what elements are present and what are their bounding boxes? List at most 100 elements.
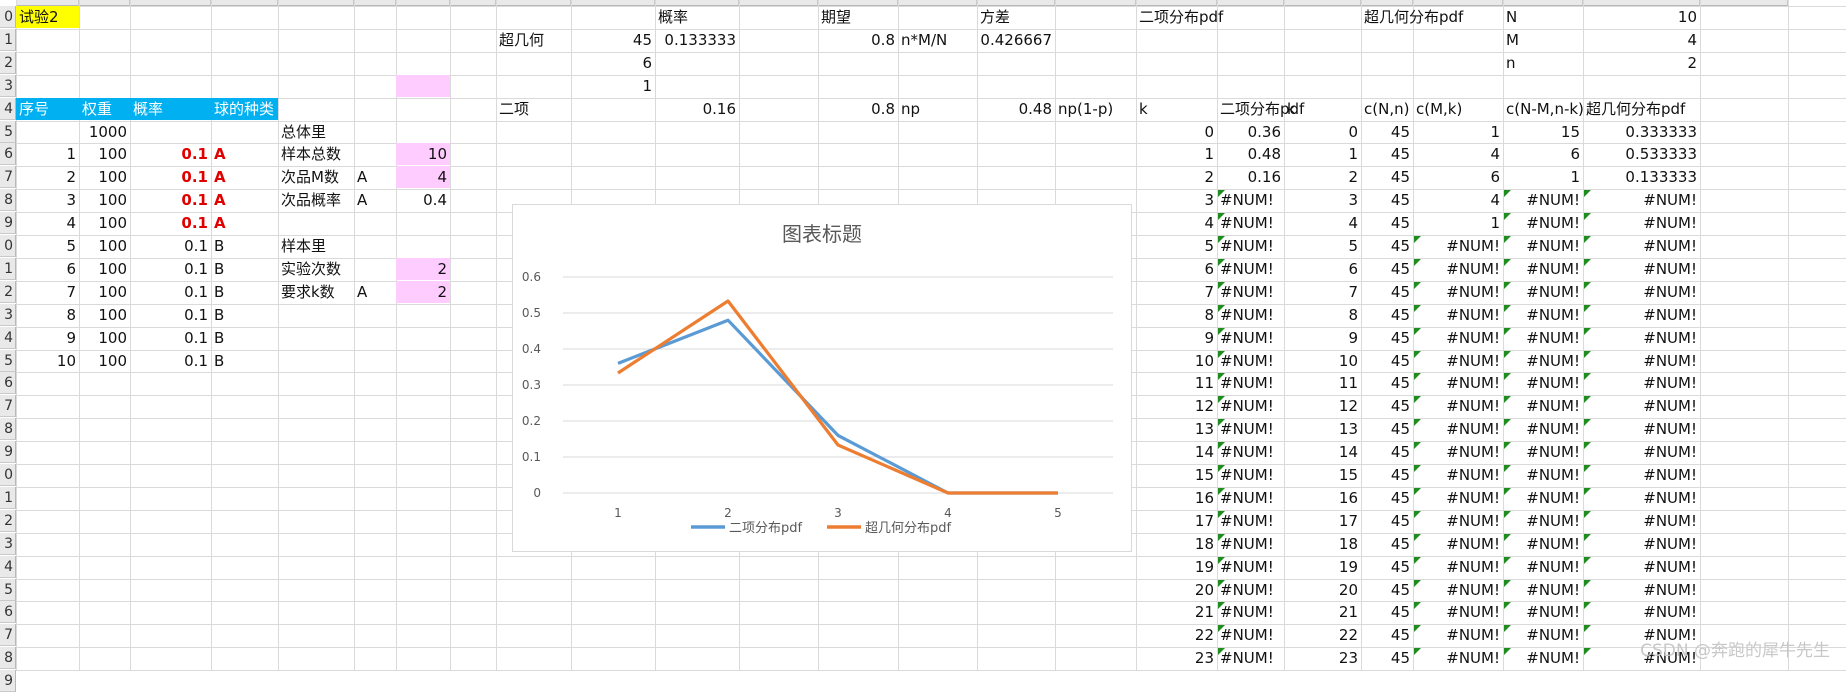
table-cell[interactable]: #NUM! <box>1413 258 1503 280</box>
row-header[interactable]: 0 <box>0 6 16 28</box>
table-cell[interactable]: 7 <box>1284 281 1361 303</box>
table-cell[interactable]: #NUM! <box>1217 372 1284 394</box>
table-cell[interactable]: B <box>211 281 278 303</box>
table-cell[interactable]: 15 <box>1136 464 1217 486</box>
table-cell[interactable]: 0.1 <box>130 166 211 188</box>
table-cell[interactable]: 5 <box>1136 235 1217 257</box>
table-header-cell[interactable]: 权重 <box>79 98 130 120</box>
row-header[interactable]: 7 <box>0 166 16 188</box>
binom-table-title[interactable]: 二项分布pdf <box>1136 6 1284 28</box>
table-header-cell[interactable]: c(M,k) <box>1413 98 1503 120</box>
table-cell[interactable]: #NUM! <box>1413 510 1503 532</box>
table-cell[interactable]: 4 <box>1413 143 1503 165</box>
table-cell[interactable]: 1 <box>1413 121 1503 143</box>
table-cell[interactable]: 9 <box>1136 327 1217 349</box>
table-cell[interactable]: 16 <box>1136 487 1217 509</box>
table-cell[interactable]: B <box>211 327 278 349</box>
table-cell[interactable]: 45 <box>1361 579 1413 601</box>
table-header-cell[interactable]: k <box>1284 98 1361 120</box>
value-cell[interactable]: 45 <box>571 29 655 51</box>
table-cell[interactable]: 6 <box>1284 258 1361 280</box>
table-cell[interactable]: #NUM! <box>1217 395 1284 417</box>
table-cell[interactable]: #NUM! <box>1503 533 1583 555</box>
label-cell[interactable]: 次品M数 <box>278 166 354 188</box>
row-header[interactable]: 5 <box>0 121 16 143</box>
table-cell[interactable]: #NUM! <box>1503 327 1583 349</box>
table-cell[interactable]: #NUM! <box>1413 601 1503 623</box>
label-cell[interactable]: 要求k数 <box>278 281 354 303</box>
table-cell[interactable]: #NUM! <box>1413 281 1503 303</box>
table-cell[interactable]: #NUM! <box>1583 418 1700 440</box>
table-cell[interactable]: 100 <box>79 143 130 165</box>
table-cell[interactable]: 45 <box>1361 441 1413 463</box>
table-cell[interactable]: 0.1 <box>130 143 211 165</box>
table-cell[interactable]: 3 <box>1136 189 1217 211</box>
table-cell[interactable]: 45 <box>1361 487 1413 509</box>
table-cell[interactable]: 45 <box>1361 601 1413 623</box>
pink-input-cell[interactable] <box>396 75 450 97</box>
table-cell[interactable]: B <box>211 258 278 280</box>
row-header[interactable]: 9 <box>0 670 16 692</box>
value-cell[interactable]: 0.8 <box>818 29 898 51</box>
table-cell[interactable]: 45 <box>1361 533 1413 555</box>
table-cell[interactable]: #NUM! <box>1583 395 1700 417</box>
table-cell[interactable]: #NUM! <box>1583 350 1700 372</box>
table-cell[interactable]: #NUM! <box>1503 441 1583 463</box>
table-cell[interactable]: #NUM! <box>1583 304 1700 326</box>
row-header[interactable]: 7 <box>0 395 16 417</box>
table-cell[interactable]: 2 <box>1284 166 1361 188</box>
table-cell[interactable]: #NUM! <box>1217 235 1284 257</box>
label-cell[interactable]: A <box>354 189 396 211</box>
table-cell[interactable]: 23 <box>1284 647 1361 669</box>
row-header[interactable]: 9 <box>0 441 16 463</box>
row-header[interactable]: 8 <box>0 189 16 211</box>
row-header[interactable]: 0 <box>0 235 16 257</box>
table-cell[interactable]: #NUM! <box>1413 235 1503 257</box>
table-cell[interactable]: #NUM! <box>1413 372 1503 394</box>
value-cell[interactable]: 0.8 <box>818 98 898 120</box>
table-cell[interactable]: 100 <box>79 212 130 234</box>
table-cell[interactable]: 15 <box>1284 464 1361 486</box>
stats-header-cell[interactable]: 方差 <box>977 6 1055 28</box>
table-cell[interactable]: 20 <box>1136 579 1217 601</box>
table-cell[interactable]: 6 <box>1413 166 1503 188</box>
table-cell[interactable]: 45 <box>1361 189 1413 211</box>
table-cell[interactable]: 4 <box>16 212 79 234</box>
table-cell[interactable]: 8 <box>1284 304 1361 326</box>
total-weight-cell[interactable]: 1000 <box>79 121 130 143</box>
table-cell[interactable]: 45 <box>1361 166 1413 188</box>
table-cell[interactable]: 100 <box>79 166 130 188</box>
table-cell[interactable]: 45 <box>1361 304 1413 326</box>
table-cell[interactable]: #NUM! <box>1217 304 1284 326</box>
table-cell[interactable]: #NUM! <box>1503 418 1583 440</box>
table-cell[interactable]: 8 <box>1136 304 1217 326</box>
table-cell[interactable]: 6 <box>1136 258 1217 280</box>
table-cell[interactable]: 15 <box>1503 121 1583 143</box>
table-cell[interactable]: 10 <box>16 350 79 372</box>
table-cell[interactable]: 13 <box>1284 418 1361 440</box>
table-cell[interactable]: #NUM! <box>1503 556 1583 578</box>
table-cell[interactable]: #NUM! <box>1217 464 1284 486</box>
table-cell[interactable]: 0.333333 <box>1583 121 1700 143</box>
table-cell[interactable]: 1 <box>1413 212 1503 234</box>
table-cell[interactable]: #NUM! <box>1413 395 1503 417</box>
table-cell[interactable]: 2 <box>1136 166 1217 188</box>
label-cell[interactable]: N <box>1503 6 1583 28</box>
row-header[interactable]: 9 <box>0 212 16 234</box>
table-cell[interactable]: 3 <box>16 189 79 211</box>
table-header-cell[interactable]: 概率 <box>130 98 211 120</box>
table-cell[interactable]: #NUM! <box>1217 441 1284 463</box>
table-cell[interactable]: 100 <box>79 235 130 257</box>
table-cell[interactable]: 0.133333 <box>1583 166 1700 188</box>
table-cell[interactable]: #NUM! <box>1583 464 1700 486</box>
table-header-cell[interactable]: c(N-M,n-k) <box>1503 98 1583 120</box>
input-cell[interactable]: 2 <box>396 281 450 303</box>
table-cell[interactable]: #NUM! <box>1217 533 1284 555</box>
row-header[interactable]: 2 <box>0 510 16 532</box>
table-cell[interactable]: 5 <box>1284 235 1361 257</box>
table-cell[interactable]: 45 <box>1361 235 1413 257</box>
table-cell[interactable]: 7 <box>1136 281 1217 303</box>
table-cell[interactable]: #NUM! <box>1503 464 1583 486</box>
table-cell[interactable]: 0.16 <box>1217 166 1284 188</box>
table-cell[interactable]: #NUM! <box>1217 556 1284 578</box>
